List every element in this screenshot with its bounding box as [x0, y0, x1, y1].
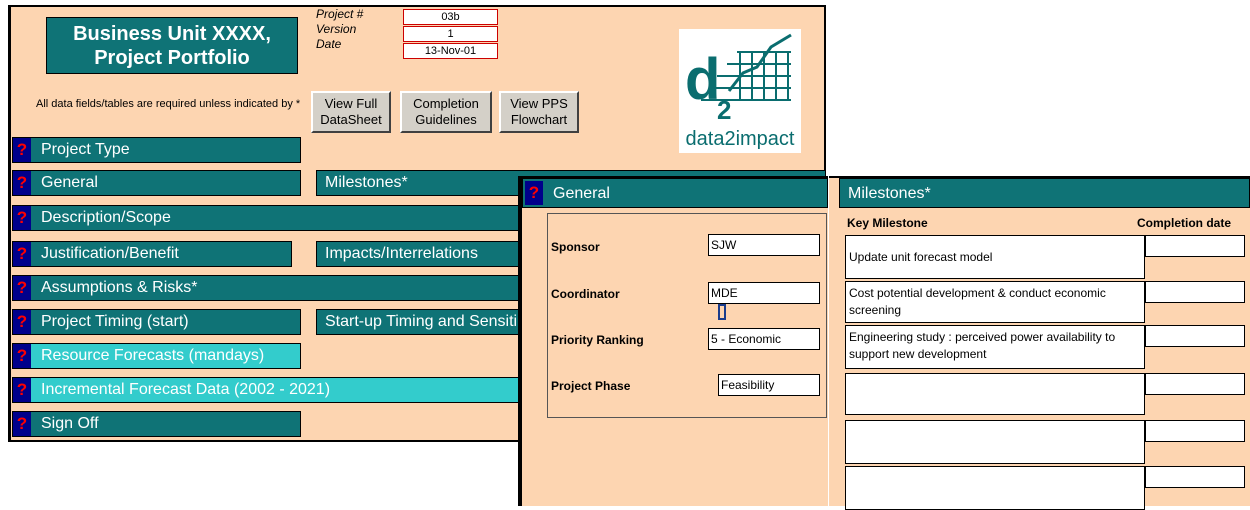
completion-date-cell[interactable]: [1145, 420, 1245, 442]
logo-text: data2impact: [685, 128, 795, 150]
help-icon[interactable]: ?: [13, 378, 31, 402]
svg-text:2: 2: [717, 95, 731, 125]
priority-ranking-label: Priority Ranking: [551, 333, 644, 347]
key-milestone-header: Key Milestone: [847, 216, 928, 230]
completion-date-cell[interactable]: [1145, 325, 1245, 347]
version-field[interactable]: 1: [403, 26, 498, 42]
project-number-label: Project #: [316, 7, 364, 21]
help-icon[interactable]: ?: [13, 276, 31, 300]
view-full-datasheet-button[interactable]: View Full DataSheet: [311, 91, 391, 133]
general-panel-header: ? General: [522, 178, 828, 208]
coordinator-label: Coordinator: [551, 287, 620, 301]
view-pps-flowchart-button[interactable]: View PPS Flowchart: [499, 91, 579, 133]
milestone-row[interactable]: [845, 466, 1145, 510]
completion-date-cell[interactable]: [1145, 235, 1245, 257]
section-resource-forecasts[interactable]: ? Resource Forecasts (mandays): [12, 343, 301, 369]
sponsor-field[interactable]: SJW: [708, 234, 820, 256]
data2impact-logo: d 2 data2impact: [679, 29, 801, 153]
text-cursor-icon: [718, 304, 726, 320]
general-panel: ? General Sponsor SJW Coordinator MDE Pr…: [518, 176, 828, 506]
priority-ranking-field[interactable]: 5 - Economic: [708, 328, 820, 350]
help-icon[interactable]: ?: [13, 206, 31, 230]
date-label: Date: [316, 37, 342, 51]
title-line-2: Project Portfolio: [94, 47, 250, 69]
section-justification[interactable]: ? Justification/Benefit: [12, 241, 292, 267]
section-project-type[interactable]: ? Project Type: [12, 137, 301, 163]
help-icon[interactable]: ?: [525, 181, 543, 205]
milestone-row[interactable]: Engineering study : perceived power avai…: [845, 325, 1145, 369]
milestone-row[interactable]: Update unit forecast model: [845, 235, 1145, 279]
help-icon[interactable]: ?: [13, 242, 31, 266]
required-note: All data fields/tables are required unle…: [36, 98, 301, 110]
help-icon[interactable]: ?: [13, 171, 31, 195]
completion-date-header: Completion date: [1137, 216, 1232, 230]
completion-guidelines-button[interactable]: Completion Guidelines: [400, 91, 492, 133]
completion-date-cell[interactable]: [1145, 373, 1245, 395]
milestones-panel: Milestones* Key Milestone Completion dat…: [829, 176, 1250, 510]
sponsor-label: Sponsor: [551, 240, 600, 254]
svg-text:d: d: [685, 47, 720, 112]
version-label: Version: [316, 22, 357, 36]
milestone-row[interactable]: [845, 420, 1145, 464]
coordinator-field[interactable]: MDE: [708, 282, 820, 304]
section-general[interactable]: ? General: [12, 170, 301, 196]
date-field[interactable]: 13-Nov-01: [403, 43, 498, 59]
section-project-timing[interactable]: ? Project Timing (start): [12, 309, 301, 335]
section-sign-off[interactable]: ? Sign Off: [12, 411, 301, 437]
help-icon[interactable]: ?: [13, 138, 31, 162]
milestones-panel-header: Milestones*: [839, 178, 1250, 208]
help-icon[interactable]: ?: [13, 310, 31, 334]
completion-date-cell[interactable]: [1145, 466, 1245, 488]
project-phase-field[interactable]: Feasibility: [718, 374, 820, 396]
milestone-row[interactable]: Cost potential development & conduct eco…: [845, 281, 1145, 323]
milestone-row[interactable]: [845, 373, 1145, 415]
title-line-1: Business Unit XXXX,: [73, 23, 271, 45]
project-number-field[interactable]: 03b: [403, 9, 498, 25]
project-phase-label: Project Phase: [551, 379, 631, 393]
completion-date-cell[interactable]: [1145, 281, 1245, 303]
logo-graphic: d 2: [685, 33, 792, 125]
help-icon[interactable]: ?: [13, 412, 31, 436]
page-title: Business Unit XXXX, Project Portfolio: [46, 17, 298, 74]
help-icon[interactable]: ?: [13, 344, 31, 368]
